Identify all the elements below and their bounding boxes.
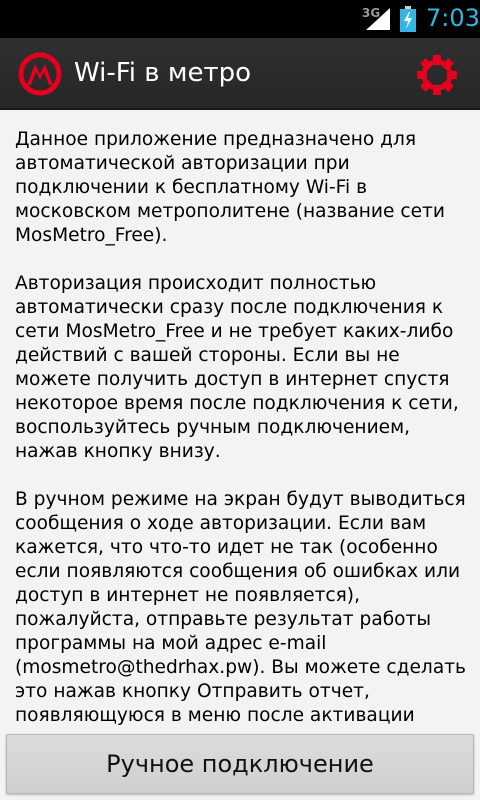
metro-logo-icon[interactable] [18, 52, 62, 96]
clock: 7:03 [426, 4, 480, 32]
status-bar: 3G 7:03 [0, 0, 480, 38]
gear-icon[interactable] [414, 52, 460, 98]
bottom-bar: Ручное подключение [0, 726, 480, 800]
signal-icon [366, 8, 390, 30]
paragraph-manual-mode: В ручном режиме на экран будут выводитьс… [15, 489, 466, 726]
manual-connect-button[interactable]: Ручное подключение [6, 734, 474, 794]
paragraph-auto-auth: Авторизация происходит полностью автомат… [15, 273, 459, 462]
description-text: Данное приложение предназначено для авто… [15, 118, 467, 726]
action-bar: Wi-Fi в метро [0, 38, 480, 110]
paragraph-intro: Данное приложение предназначено для авто… [15, 129, 445, 246]
app-title: Wi-Fi в метро [74, 58, 252, 88]
battery-charging-icon [400, 6, 416, 32]
